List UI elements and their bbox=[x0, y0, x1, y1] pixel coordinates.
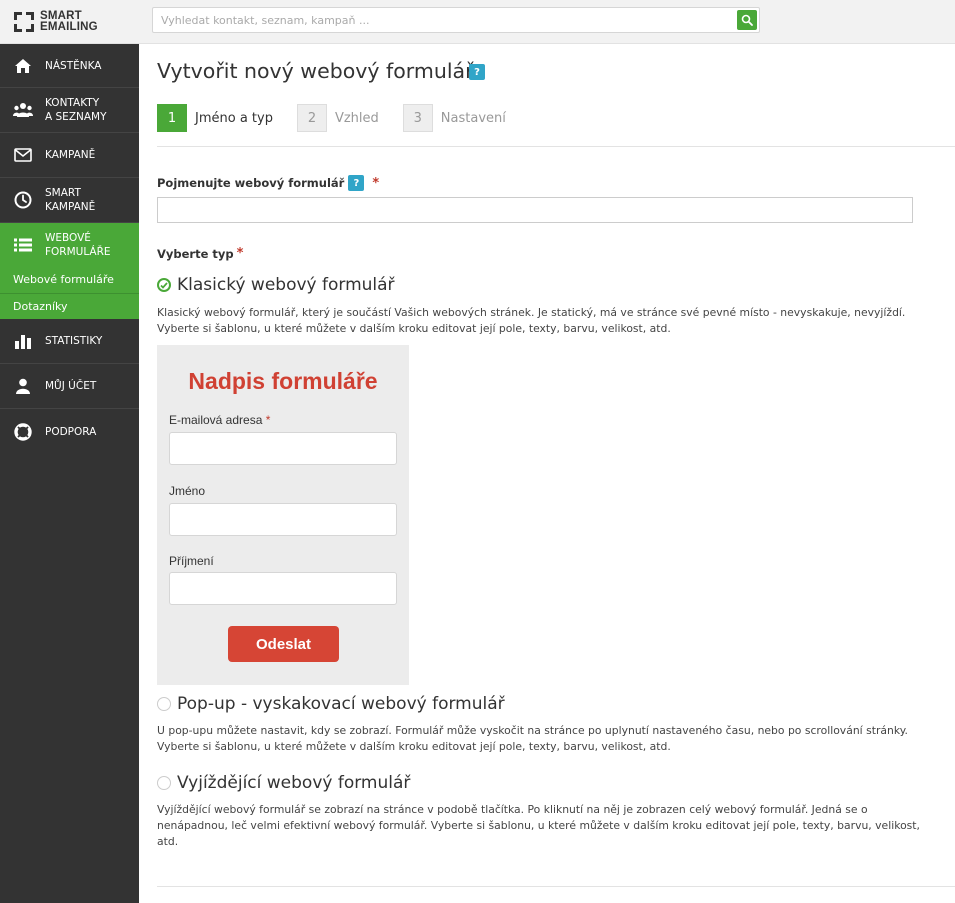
type-option-title: Vyjíždějící webový formulář bbox=[177, 773, 411, 793]
sidebar-item-label: SMART KAMPANĚ bbox=[45, 187, 96, 213]
preview-email-label: E-mailová adresa * bbox=[169, 413, 270, 427]
type-option-description: U pop-upu můžete nastavit, kdy se zobraz… bbox=[157, 724, 908, 753]
search-button[interactable] bbox=[737, 10, 757, 30]
type-option-popup[interactable]: Pop-up - vyskakovací webový formulář bbox=[157, 694, 505, 714]
sidebar-item-statistics[interactable]: STATISTIKY bbox=[0, 319, 139, 364]
page-title: Vytvořit nový webový formulář bbox=[157, 59, 474, 83]
preview-first-name-input bbox=[169, 503, 397, 536]
sidebar-subnav: Webové formuláře Dotazníky bbox=[0, 267, 139, 319]
sidebar-item-smart-campaigns[interactable]: SMART KAMPANĚ bbox=[0, 178, 139, 223]
sidebar-item-label: MŮJ ÚČET bbox=[45, 380, 97, 392]
user-icon bbox=[13, 376, 33, 396]
step-settings[interactable]: 3 Nastavení bbox=[402, 104, 506, 132]
subnav-item-surveys[interactable]: Dotazníky bbox=[0, 293, 139, 319]
type-option-slide-in[interactable]: Vyjíždějící webový formulář bbox=[157, 773, 410, 793]
required-mark: * bbox=[265, 413, 271, 427]
form-preview[interactable]: Nadpis formuláře E-mailová adresa * Jmén… bbox=[157, 345, 409, 685]
required-mark: * bbox=[372, 175, 380, 191]
step-name-and-type[interactable]: 1 Jméno a typ bbox=[157, 104, 273, 132]
required-mark: * bbox=[236, 246, 244, 261]
preview-last-name-input bbox=[169, 572, 397, 605]
main-content: Vytvořit nový webový formulář ? 1 Jméno … bbox=[139, 44, 955, 903]
sidebar-item-campaigns[interactable]: KAMPANĚ bbox=[0, 133, 139, 178]
type-option-title: Klasický webový formulář bbox=[177, 275, 395, 295]
step-number: 3 bbox=[402, 104, 433, 132]
help-icon[interactable]: ? bbox=[469, 64, 485, 80]
preview-submit-button: Odeslat bbox=[228, 626, 339, 662]
form-name-label: Pojmenujte webový formulář ? * bbox=[157, 175, 379, 191]
users-icon bbox=[13, 100, 33, 120]
help-icon[interactable]: ? bbox=[348, 175, 365, 191]
type-label-text: Vyberte typ bbox=[157, 246, 234, 261]
divider bbox=[157, 886, 955, 887]
list-icon bbox=[13, 235, 33, 255]
sidebar-item-dashboard[interactable]: NÁSTĚNKA bbox=[0, 44, 139, 88]
form-name-label-text: Pojmenujte webový formulář bbox=[157, 176, 345, 190]
radio-button[interactable] bbox=[157, 697, 171, 711]
preview-title: Nadpis formuláře bbox=[188, 368, 378, 394]
step-label: Nastavení bbox=[440, 110, 506, 126]
sidebar-item-label: STATISTIKY bbox=[45, 335, 103, 347]
logo-line-2: EMAILING bbox=[40, 21, 98, 33]
type-option-description: Klasický webový formulář, který je součá… bbox=[157, 306, 906, 335]
subnav-item-web-forms[interactable]: Webové formuláře bbox=[0, 267, 139, 293]
type-option-description: Vyjíždějící webový formulář se zobrazí n… bbox=[157, 803, 920, 848]
search-box bbox=[152, 7, 760, 33]
sidebar-item-web-forms[interactable]: WEBOVÉ FORMULÁŘE bbox=[0, 223, 139, 267]
logo-text: SMART EMAILING bbox=[40, 10, 98, 33]
type-option-classic[interactable]: Klasický webový formulář bbox=[157, 275, 395, 295]
step-label: Vzhled bbox=[334, 110, 379, 126]
envelope-icon bbox=[13, 145, 33, 165]
clock-icon bbox=[13, 190, 33, 210]
preview-email-label-text: E-mailová adresa bbox=[169, 413, 263, 427]
type-label: Vyberte typ * bbox=[157, 246, 243, 261]
step-label: Jméno a typ bbox=[195, 110, 273, 126]
preview-email-input bbox=[169, 432, 397, 465]
preview-last-name-label: Příjmení bbox=[169, 554, 214, 568]
preview-first-name-label: Jméno bbox=[169, 484, 206, 498]
sidebar-item-support[interactable]: PODPORA bbox=[0, 409, 139, 454]
search-input[interactable] bbox=[153, 8, 723, 32]
step-number: 1 bbox=[157, 104, 187, 132]
type-option-title: Pop-up - vyskakovací webový formulář bbox=[177, 694, 505, 714]
sidebar-item-contacts[interactable]: KONTAKTY A SEZNAMY bbox=[0, 88, 139, 133]
sidebar-item-label: WEBOVÉ FORMULÁŘE bbox=[45, 232, 111, 258]
sidebar-item-my-account[interactable]: MŮJ ÚČET bbox=[0, 364, 139, 409]
bar-chart-icon bbox=[13, 331, 33, 351]
search-icon bbox=[741, 14, 753, 26]
sidebar-item-label: KONTAKTY A SEZNAMY bbox=[45, 97, 107, 123]
step-number: 2 bbox=[296, 104, 327, 132]
logo[interactable]: SMART EMAILING bbox=[14, 9, 98, 35]
divider bbox=[157, 146, 955, 147]
lifebuoy-icon bbox=[13, 422, 33, 442]
form-name-input[interactable] bbox=[157, 197, 913, 223]
home-icon bbox=[13, 56, 33, 76]
step-appearance[interactable]: 2 Vzhled bbox=[296, 104, 379, 132]
radio-button[interactable] bbox=[157, 776, 171, 790]
sidebar-item-label: NÁSTĚNKA bbox=[45, 59, 102, 72]
logo-mark-icon bbox=[14, 12, 34, 32]
sidebar: NÁSTĚNKA KONTAKTY A SEZNAMY KAMPANĚ SMAR… bbox=[0, 44, 139, 903]
wizard-steps: 1 Jméno a typ 2 Vzhled 3 Nastavení bbox=[157, 104, 530, 132]
check-circle-icon[interactable] bbox=[157, 278, 171, 292]
top-bar: SMART EMAILING bbox=[0, 0, 955, 44]
sidebar-item-label: PODPORA bbox=[45, 425, 97, 438]
sidebar-item-label: KAMPANĚ bbox=[45, 149, 96, 161]
